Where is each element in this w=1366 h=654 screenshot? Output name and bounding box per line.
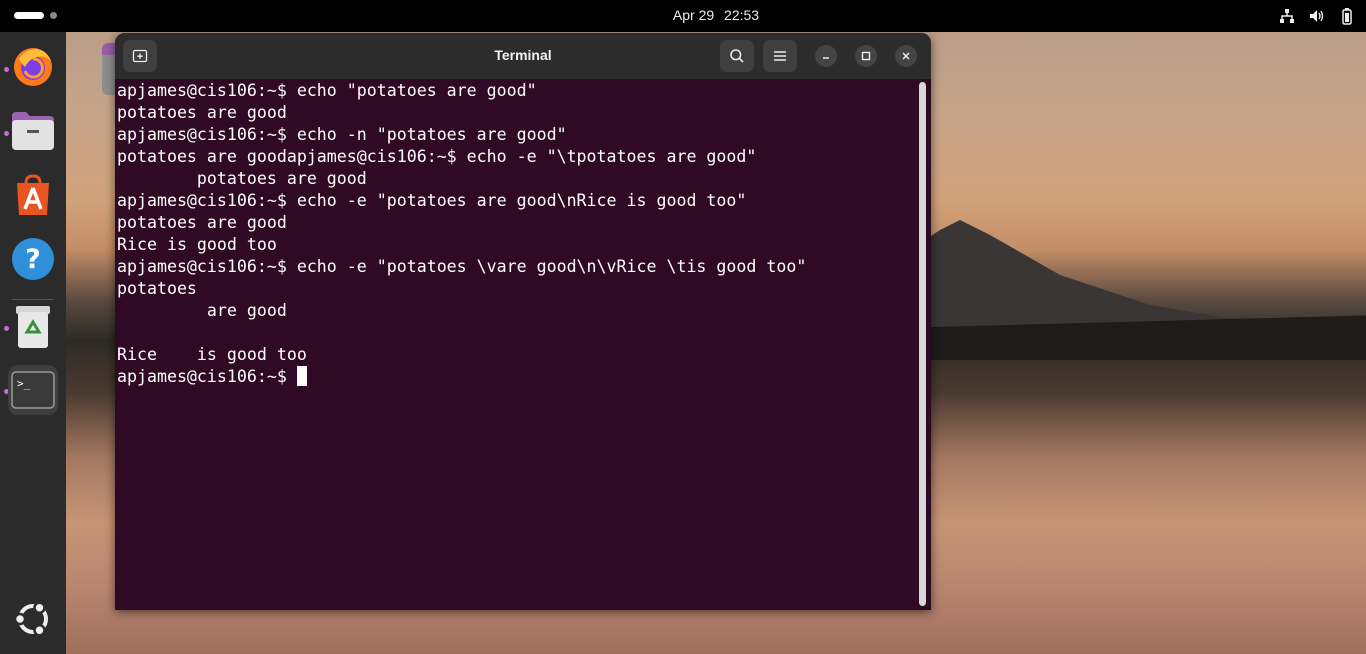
volume-icon [1310, 10, 1324, 22]
dock-files[interactable] [8, 106, 58, 156]
close-button[interactable] [895, 45, 917, 67]
clock-button[interactable]: Apr 29 22:53 [0, 7, 1366, 23]
menu-button[interactable] [763, 40, 797, 72]
ubuntu-logo-icon [13, 601, 48, 637]
dock-trash[interactable] [8, 302, 58, 352]
terminal-line: Rice is good too [117, 235, 277, 254]
terminal-headerbar[interactable]: Terminal [115, 33, 931, 79]
prompt-text: apjames@cis106:~$ [117, 367, 297, 386]
battery-icon [1342, 8, 1352, 25]
terminal-line: potatoes are good [117, 169, 367, 188]
terminal-line: are good [117, 301, 287, 320]
terminal-line: potatoes [117, 279, 197, 298]
files-icon [12, 112, 54, 150]
close-icon [902, 52, 910, 60]
dock-terminal[interactable]: >_ [8, 365, 58, 415]
terminal-output-area[interactable]: apjames@cis106:~$ echo "potatoes are goo… [117, 79, 917, 610]
app-center-icon [17, 174, 49, 215]
hamburger-menu-icon [774, 51, 786, 61]
window-title: Terminal [494, 47, 552, 63]
clock-time: 22:53 [724, 7, 760, 23]
terminal-line: apjames@cis106:~$ echo -e "potatoes are … [117, 191, 747, 210]
top-bar: Apr 29 22:53 [0, 0, 1366, 32]
terminal-icon: >_ [11, 371, 55, 409]
system-tray[interactable] [1278, 7, 1356, 25]
dock-firefox[interactable] [8, 42, 58, 92]
clock-date: Apr 29 [672, 7, 715, 23]
dock-app-center[interactable] [8, 170, 58, 220]
dock: ? >_ [0, 32, 66, 654]
firefox-icon [14, 48, 52, 86]
terminal-window[interactable]: Terminal apjames@cis106:~$ echo "potatoe… [115, 33, 931, 610]
terminal-scrollbar[interactable] [919, 82, 926, 606]
terminal-line: apjames@cis106:~$ echo -n "potatoes are … [117, 125, 567, 144]
minimize-icon [823, 57, 829, 59]
terminal-line: potatoes are goodapjames@cis106:~$ echo … [117, 147, 757, 166]
minimize-button[interactable] [815, 45, 837, 67]
background-window-edge[interactable] [102, 43, 116, 95]
terminal-line: apjames@cis106:~$ echo "potatoes are goo… [117, 81, 537, 100]
terminal-prompt-line: apjames@cis106:~$ [117, 366, 806, 388]
terminal-line: potatoes are good [117, 103, 287, 122]
terminal-line: potatoes are good [117, 213, 287, 232]
terminal-line: apjames@cis106:~$ echo -e "potatoes \var… [117, 257, 807, 276]
network-icon [1280, 9, 1294, 23]
dock-help[interactable]: ? [8, 234, 58, 284]
svg-text:>_: >_ [17, 377, 31, 390]
maximize-icon [861, 51, 871, 61]
svg-text:?: ? [25, 244, 41, 275]
show-apps-button[interactable] [8, 594, 58, 644]
search-button[interactable] [720, 40, 754, 72]
help-icon: ? [12, 238, 54, 280]
terminal-output: apjames@cis106:~$ echo "potatoes are goo… [117, 80, 806, 388]
search-icon [730, 49, 744, 63]
text-cursor [296, 366, 307, 386]
maximize-button[interactable] [855, 45, 877, 67]
dock-separator [12, 299, 54, 300]
trash-icon [16, 306, 50, 348]
terminal-line: Rice is good too [117, 345, 307, 364]
